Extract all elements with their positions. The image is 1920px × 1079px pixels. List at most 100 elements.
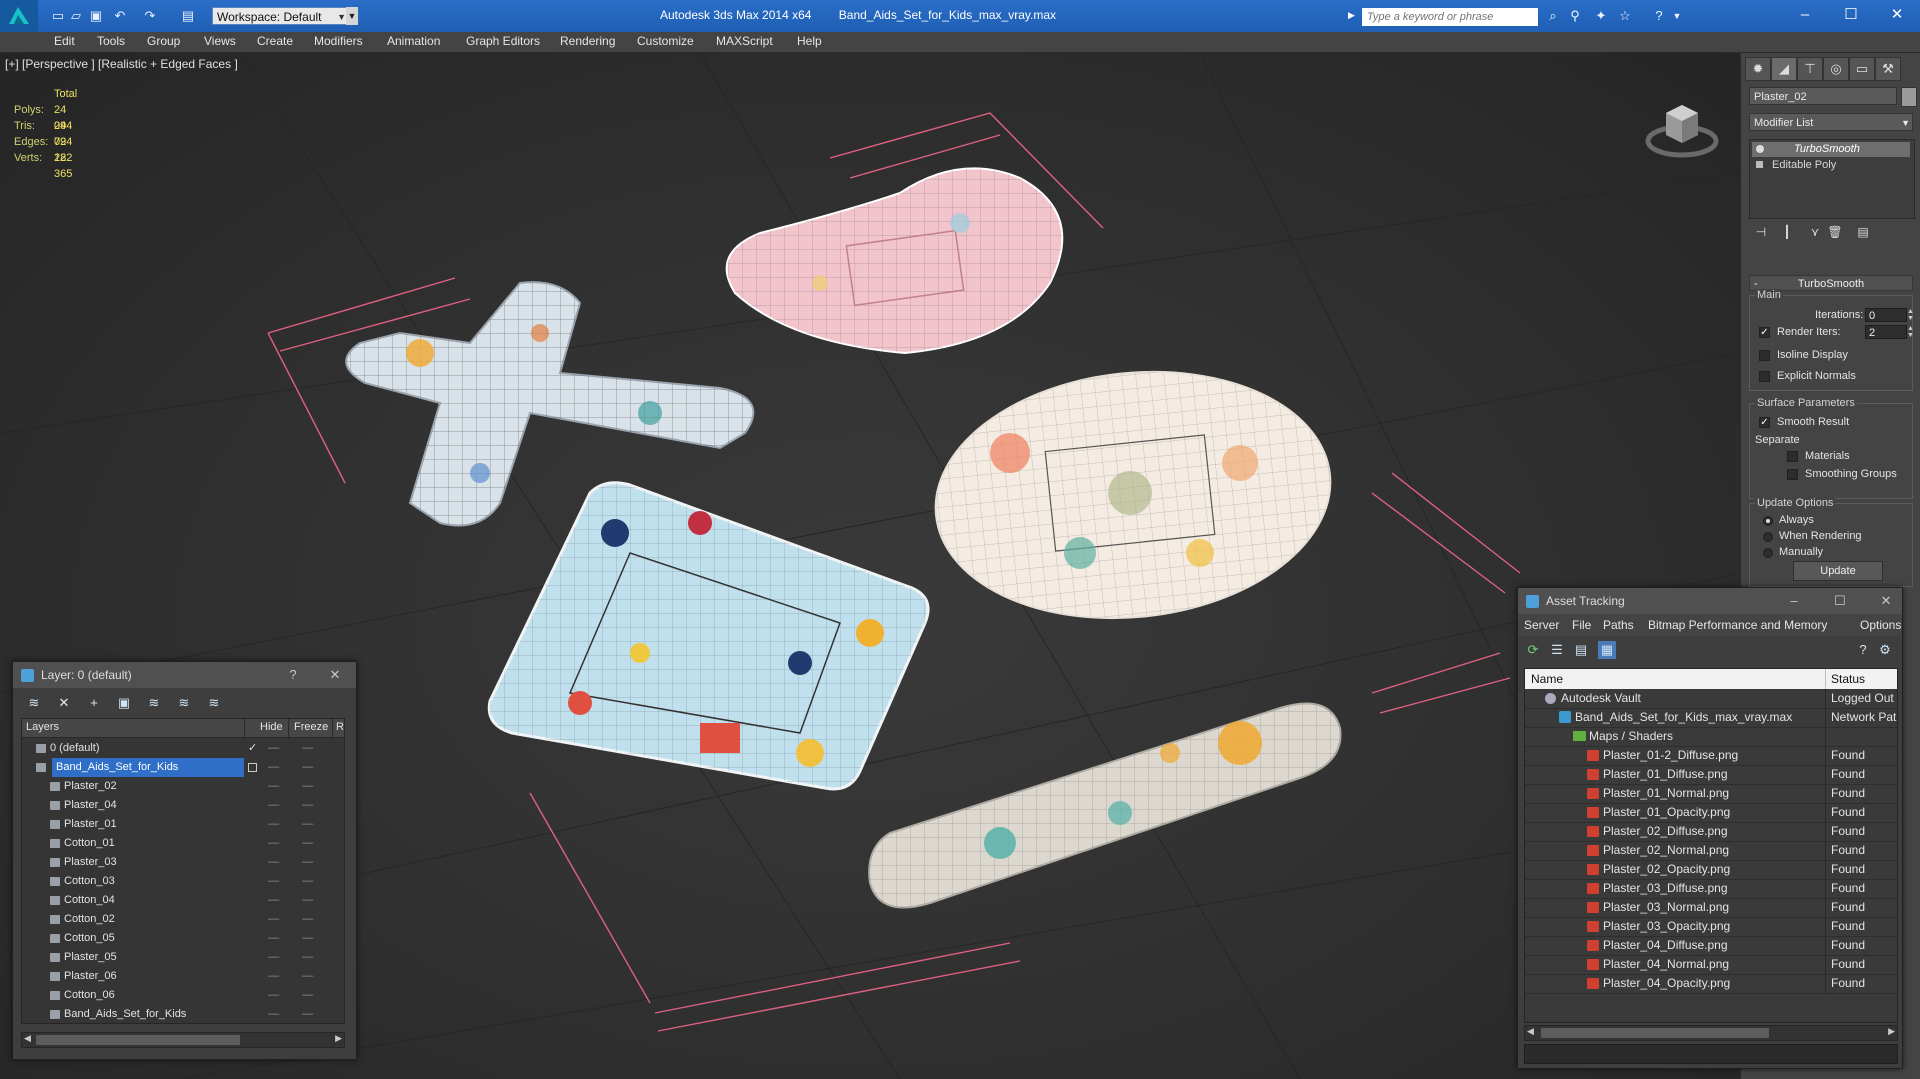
- layer-row[interactable]: Cotton_03 –– ––: [22, 872, 344, 891]
- freeze-toggle-icon[interactable]: ––: [302, 967, 313, 986]
- menu-animation[interactable]: Animation: [387, 34, 440, 48]
- scroll-right-icon[interactable]: ▶: [335, 1033, 342, 1044]
- communication-center-icon[interactable]: ⚲: [1566, 8, 1584, 24]
- menu-rendering[interactable]: Rendering: [560, 34, 615, 48]
- asset-menu-paths[interactable]: Paths: [1603, 618, 1634, 632]
- viewcube-icon[interactable]: [1640, 83, 1720, 163]
- make-unique-icon[interactable]: ⋎: [1805, 225, 1825, 241]
- layer-row[interactable]: Cotton_04 –– ––: [22, 891, 344, 910]
- maximize-button[interactable]: ☐: [1828, 0, 1874, 32]
- column-hide[interactable]: Hide: [260, 721, 283, 733]
- hide-toggle-icon[interactable]: ––: [268, 1005, 279, 1023]
- hide-toggle-icon[interactable]: ––: [268, 967, 279, 986]
- help-icon[interactable]: ?: [1650, 8, 1668, 24]
- horizontal-scrollbar[interactable]: ◀ ▶: [21, 1032, 345, 1048]
- configure-sets-icon[interactable]: ▤: [1853, 225, 1873, 241]
- freeze-toggle-icon[interactable]: ––: [302, 796, 313, 815]
- workspace-expand-button[interactable]: ▼: [346, 7, 358, 25]
- add-to-layer-icon[interactable]: +: [85, 694, 103, 712]
- asset-menu-bitmap-performance[interactable]: Bitmap Performance and Memory: [1648, 618, 1827, 632]
- help-dropdown-icon[interactable]: ▼: [1668, 8, 1686, 24]
- layer-row[interactable]: Plaster_04 –– ––: [22, 796, 344, 815]
- asset-row[interactable]: Autodesk Vault Logged Out: [1525, 689, 1897, 709]
- menu-maxscript[interactable]: MAXScript: [716, 34, 773, 48]
- refresh-icon[interactable]: ⟳: [1524, 641, 1542, 659]
- object-color-swatch[interactable]: [1901, 87, 1917, 107]
- asset-row[interactable]: Plaster_04_Normal.png Found: [1525, 955, 1897, 975]
- column-layers[interactable]: Layers: [26, 721, 59, 733]
- motion-tab-icon[interactable]: ◎: [1823, 57, 1849, 81]
- asset-row[interactable]: Plaster_02_Opacity.png Found: [1525, 860, 1897, 880]
- asset-row[interactable]: Plaster_01-2_Diffuse.png Found: [1525, 746, 1897, 766]
- freeze-toggle-icon[interactable]: ––: [302, 777, 313, 796]
- asset-row[interactable]: Band_Aids_Set_for_Kids_max_vray.max Netwo…: [1525, 708, 1897, 728]
- object-name-field[interactable]: Plaster_02: [1749, 87, 1897, 105]
- iterations-spinner[interactable]: 0: [1865, 308, 1907, 322]
- modifier-stack[interactable]: TurboSmooth Editable Poly: [1749, 139, 1915, 219]
- freeze-toggle-icon[interactable]: ––: [302, 891, 313, 910]
- subscription-icon[interactable]: ✦: [1592, 8, 1610, 24]
- horizontal-scrollbar[interactable]: ◀ ▶: [1524, 1025, 1898, 1041]
- layer-row[interactable]: Cotton_06 –– ––: [22, 986, 344, 1005]
- pin-stack-icon[interactable]: ⊣: [1751, 225, 1771, 241]
- hide-all-layers-icon[interactable]: ≋: [175, 694, 193, 712]
- modifier-list-dropdown[interactable]: Modifier List ▼: [1749, 113, 1913, 131]
- spinner-arrows-icon[interactable]: ▲ ▼: [1907, 308, 1915, 322]
- hide-toggle-icon[interactable]: ––: [268, 948, 279, 967]
- freeze-toggle-icon[interactable]: ––: [302, 758, 313, 777]
- scrollbar-thumb[interactable]: [36, 1035, 240, 1045]
- menu-tools[interactable]: Tools: [97, 34, 125, 48]
- hide-toggle-icon[interactable]: ––: [268, 872, 279, 891]
- asset-menu-server[interactable]: Server: [1524, 618, 1559, 632]
- asset-row[interactable]: Plaster_03_Opacity.png Found: [1525, 917, 1897, 937]
- hide-toggle-icon[interactable]: ––: [268, 758, 279, 777]
- search-input[interactable]: [1362, 8, 1538, 26]
- scrollbar-thumb[interactable]: [1541, 1028, 1769, 1038]
- isoline-display-checkbox[interactable]: [1759, 350, 1770, 361]
- menu-edit[interactable]: Edit: [54, 34, 75, 48]
- asset-menu-file[interactable]: File: [1572, 618, 1591, 632]
- freeze-toggle-icon[interactable]: ––: [302, 853, 313, 872]
- explicit-normals-checkbox[interactable]: [1759, 371, 1770, 382]
- freeze-toggle-icon[interactable]: ––: [302, 1005, 313, 1023]
- expand-icon[interactable]: [1756, 161, 1763, 168]
- viewport-label-menu[interactable]: [+] [Perspective ] [Realistic + Edged Fa…: [5, 57, 238, 71]
- help-icon[interactable]: ?: [1854, 641, 1872, 659]
- asset-path-field[interactable]: [1524, 1044, 1898, 1064]
- freeze-toggle-icon[interactable]: ––: [302, 739, 313, 758]
- asset-row[interactable]: Plaster_04_Diffuse.png Found: [1525, 936, 1897, 956]
- scroll-right-icon[interactable]: ▶: [1888, 1026, 1895, 1037]
- layer-row[interactable]: Plaster_03 –– ––: [22, 853, 344, 872]
- menu-graph-editors[interactable]: Graph Editors: [466, 34, 540, 48]
- asset-row[interactable]: Plaster_01_Diffuse.png Found: [1525, 765, 1897, 785]
- layer-row[interactable]: Band_Aids_Set_for_Kids –– ––: [22, 758, 344, 777]
- save-file-icon[interactable]: ▣: [88, 8, 104, 24]
- asset-row[interactable]: Maps / Shaders: [1525, 727, 1897, 747]
- help-button[interactable]: ?: [281, 662, 305, 688]
- scroll-left-icon[interactable]: ◀: [24, 1033, 31, 1044]
- menu-help[interactable]: Help: [797, 34, 822, 48]
- workspace-dropdown[interactable]: Workspace: Default ▼: [212, 7, 350, 25]
- asset-row[interactable]: Plaster_01_Normal.png Found: [1525, 784, 1897, 804]
- column-status[interactable]: Status: [1831, 672, 1865, 686]
- highlight-layer-icon[interactable]: ≋: [145, 694, 163, 712]
- project-folder-icon[interactable]: ▤: [180, 8, 196, 24]
- freeze-toggle-icon[interactable]: ––: [302, 948, 313, 967]
- favorites-icon[interactable]: ☆: [1616, 8, 1634, 24]
- grid-view-icon[interactable]: ▦: [1598, 641, 1616, 659]
- dialog-title-bar[interactable]: Layer: 0 (default) ? ✕: [13, 662, 356, 688]
- layer-row[interactable]: Cotton_05 –– ––: [22, 929, 344, 948]
- menu-create[interactable]: Create: [257, 34, 293, 48]
- search-expand-icon[interactable]: ▶: [1348, 10, 1355, 21]
- freeze-all-layers-icon[interactable]: ≋: [205, 694, 223, 712]
- hide-toggle-icon[interactable]: ––: [268, 777, 279, 796]
- utilities-tab-icon[interactable]: ⚒: [1875, 57, 1901, 81]
- freeze-toggle-icon[interactable]: ––: [302, 872, 313, 891]
- scroll-left-icon[interactable]: ◀: [1527, 1026, 1534, 1037]
- minimize-icon[interactable]: –: [1782, 588, 1806, 614]
- binoculars-icon[interactable]: ⌕: [1544, 8, 1562, 24]
- freeze-toggle-icon[interactable]: ––: [302, 986, 313, 1005]
- minimize-button[interactable]: –: [1782, 0, 1828, 32]
- new-file-icon[interactable]: ▭: [50, 8, 66, 24]
- hide-toggle-icon[interactable]: ––: [268, 815, 279, 834]
